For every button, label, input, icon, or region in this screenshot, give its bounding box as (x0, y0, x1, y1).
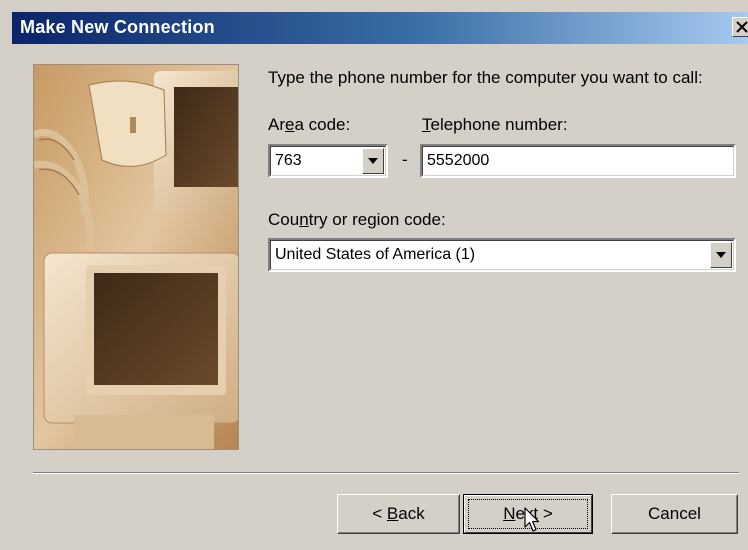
country-region-combobox[interactable]: United States of America (1) (268, 238, 736, 272)
country-label-mnemonic: n (299, 210, 309, 229)
dropdown-arrow-icon (368, 158, 378, 164)
connection-illustration (33, 64, 239, 450)
cancel-button-label: Cancel (648, 504, 701, 523)
dropdown-arrow-icon (716, 252, 726, 258)
area-code-field-frame: 763 (270, 146, 386, 176)
telephone-field-frame: 5552000 (422, 146, 734, 176)
telephone-number-label: Telephone number: (422, 115, 568, 135)
title-bar[interactable]: Make New Connection (12, 12, 748, 44)
make-new-connection-dialog: Make New Connection Type the phone numbe… (0, 0, 748, 550)
computer-monitors-illustration (34, 65, 238, 449)
country-field-frame: United States of America (1) (270, 240, 734, 270)
dash-separator: - (402, 150, 408, 169)
area-code-dropdown-button[interactable] (362, 148, 384, 174)
telephone-number-input[interactable]: 5552000 (420, 144, 736, 178)
instruction-text: Type the phone number for the computer y… (268, 68, 703, 87)
telephone-label-part: elephone number: (430, 115, 568, 134)
back-label-mnemonic: B (386, 504, 399, 523)
telephone-number-value: 5552000 (427, 152, 490, 169)
country-label-part: Cou (268, 210, 300, 229)
country-label-part: try or region code: (308, 210, 446, 229)
mouse-pointer-icon (524, 507, 540, 532)
button-separator (33, 472, 739, 474)
next-label-mnemonic: N (503, 504, 516, 523)
window-title: Make New Connection (20, 17, 215, 37)
country-region-value: United States of America (1) (275, 246, 476, 263)
country-dropdown-button[interactable] (710, 242, 732, 268)
telephone-label-mnemonic: T (422, 115, 431, 134)
area-code-combobox[interactable]: 763 (268, 144, 388, 178)
back-label-part: ack (398, 504, 425, 523)
back-label-part: < (372, 504, 387, 523)
area-code-label-part: Ar (268, 115, 285, 134)
cancel-button[interactable]: Cancel (611, 494, 738, 534)
close-icon (736, 21, 748, 33)
area-code-label-part: a code: (294, 115, 351, 134)
country-region-label: Country or region code: (268, 210, 446, 230)
back-button-label: < Back (338, 504, 459, 524)
back-button[interactable]: < Back (337, 494, 460, 534)
close-button[interactable] (732, 17, 748, 37)
area-code-label: Area code: (268, 115, 350, 135)
area-code-value: 763 (275, 152, 302, 169)
